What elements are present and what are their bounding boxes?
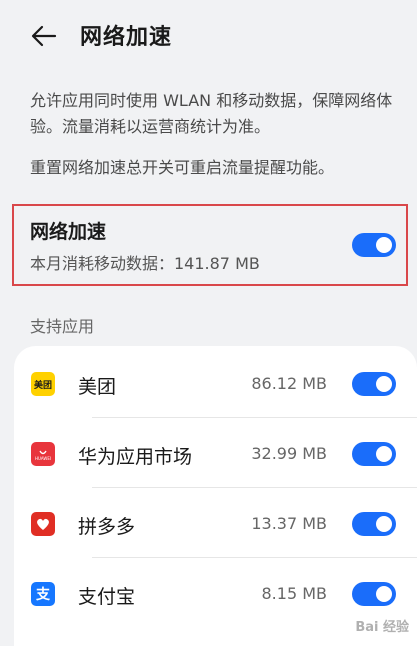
monthly-usage-text: 本月消耗移动数据：141.87 MB [30,254,260,273]
alipay-icon-text: 支 [36,587,50,603]
app-name: 支付宝 [78,586,136,608]
meituan-icon-text: 美团 [33,380,52,391]
toggle-knob [376,446,392,462]
app-data-size: 13.37 MB [251,514,327,533]
reset-hint-text: 重置网络加速总开关可重启流量提醒功能。 [30,158,335,177]
toggle-knob [376,516,392,532]
header: 网络加速 [0,0,417,72]
app-name: 华为应用市场 [78,446,193,468]
heart-icon [37,518,49,530]
app-data-size: 32.99 MB [251,444,327,463]
app-data-size: 8.15 MB [261,584,328,603]
arrow-left-icon [31,25,57,47]
app-name: 美团 [78,376,117,398]
huawei-appgallery-icon: HUAWEI [31,442,55,466]
list-item-huawei-appgallery[interactable]: HUAWEI 华为应用市场 32.99 MB [14,418,417,488]
toggle-knob [376,376,392,392]
list-item-pinduoduo[interactable]: 拼多多 13.37 MB [14,488,417,558]
toggle-knob [376,586,392,602]
toggle-knob [376,237,392,253]
app-name: 拼多多 [78,516,136,538]
page-title: 网络加速 [80,25,173,50]
app-data-size: 86.12 MB [251,374,327,393]
alipay-icon: 支 [31,582,55,606]
meituan-icon: 美团 [31,372,55,396]
list-item-meituan[interactable]: 美团 美团 86.12 MB [14,348,417,418]
back-button[interactable] [26,18,62,54]
pinduoduo-icon [31,512,55,536]
app-toggle-alipay[interactable] [352,582,396,606]
app-toggle-meituan[interactable] [352,372,396,396]
section-label: 支持应用 [30,317,95,336]
description-text: 允许应用同时使用 WLAN 和移动数据，保障网络体验。流量消耗以运营商统计为准。 [30,91,393,136]
watermark: Bai 经验 [355,620,409,635]
network-acceleration-label: 网络加速 [30,221,107,243]
app-toggle-huawei-appgallery[interactable] [352,442,396,466]
app-toggle-pinduoduo[interactable] [352,512,396,536]
network-acceleration-toggle[interactable] [352,233,396,257]
huawei-icon-text: HUAWEI [34,455,52,461]
